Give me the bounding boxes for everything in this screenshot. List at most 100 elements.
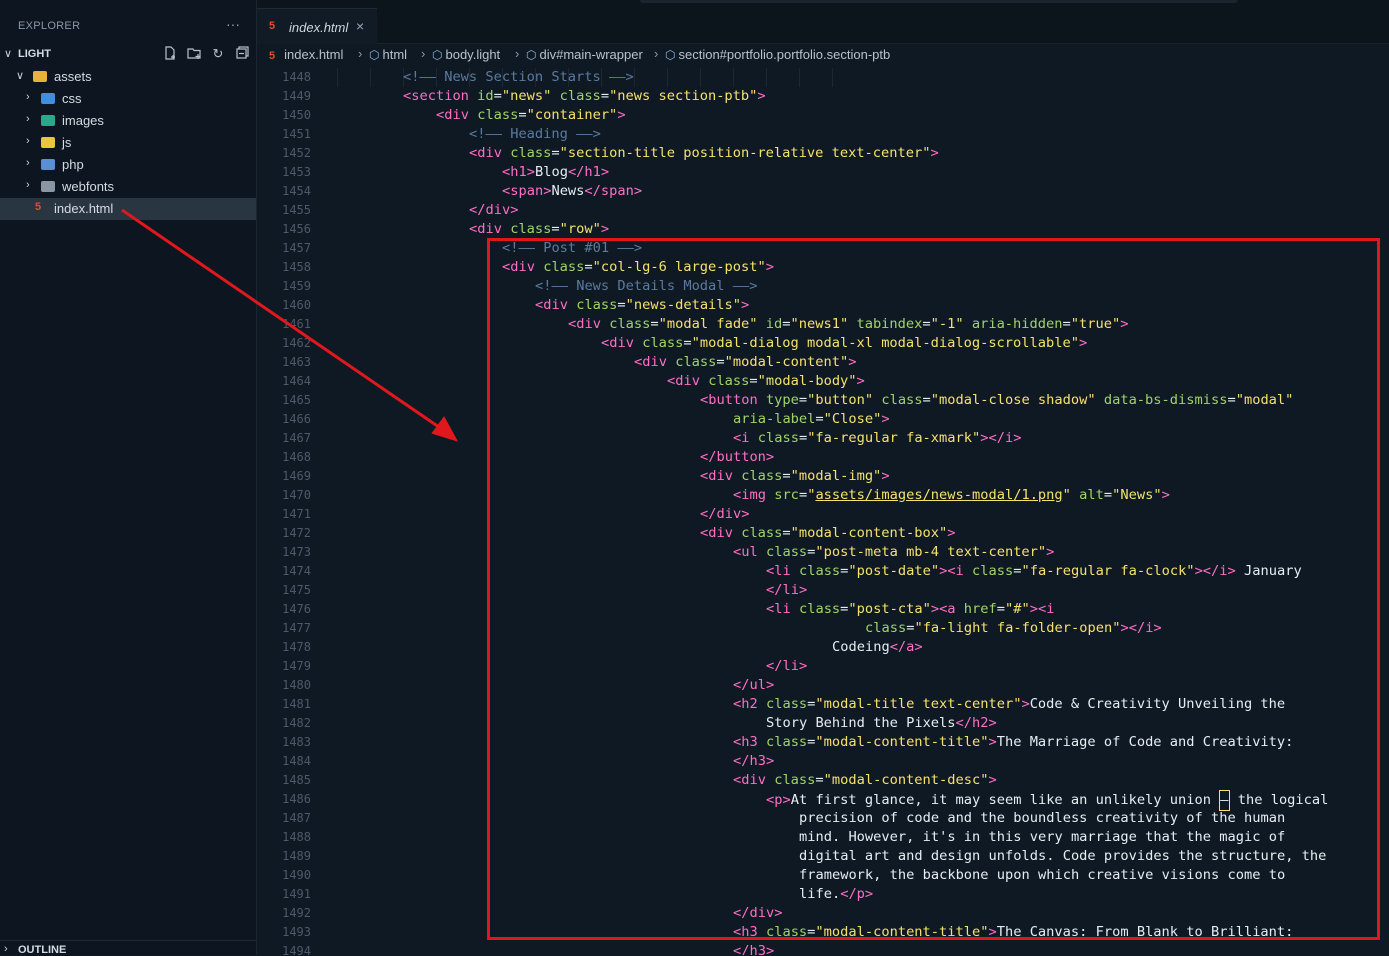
breadcrumb: 5 index.html › ⬡ html › ⬡ body.light › ⬡ div… — [257, 44, 1389, 68]
code-token: > — [600, 221, 610, 237]
line-number: 1487 — [282, 811, 311, 825]
line-number: 1461 — [282, 317, 311, 331]
code-line[interactable]: <div class="container"> — [337, 106, 1389, 125]
line-number: 1463 — [282, 355, 311, 369]
breadcrumb-label: section#portfolio.portfolio.section-ptb — [678, 47, 891, 62]
section-header-light[interactable]: ∨ LIGHT ↻ — [0, 45, 256, 65]
chevron-right-icon: › — [26, 135, 30, 147]
line-number: 1462 — [282, 336, 311, 350]
code-token: = — [600, 88, 610, 104]
breadcrumb-label: html — [382, 47, 408, 62]
chevron-right-icon: › — [26, 91, 30, 103]
breadcrumb-item[interactable]: ⬡ div#main-wrapper — [526, 47, 643, 62]
new-file-icon[interactable] — [162, 46, 178, 62]
chevron-right-icon: › — [26, 179, 30, 191]
line-number-gutter: 1448 1449 1450 1451 1452 1453 1454 1455 1456 1457… — [257, 68, 317, 955]
code-token: = — [551, 221, 560, 237]
code-token: <section — [403, 88, 478, 104]
line-number: 1486 — [282, 792, 311, 806]
code-line[interactable]: </div> — [337, 201, 1389, 220]
line-number: 1492 — [282, 906, 311, 920]
code-line[interactable]: </h3> — [337, 942, 1389, 955]
more-actions-icon[interactable]: ··· — [226, 16, 240, 32]
line-number: 1470 — [282, 488, 311, 502]
line-number: 1466 — [282, 412, 311, 426]
code-token: </div> — [469, 202, 519, 218]
line-number: 1460 — [282, 298, 311, 312]
code-token: <div — [436, 107, 478, 123]
breadcrumb-item[interactable]: 5 index.html — [269, 47, 343, 62]
line-number: 1485 — [282, 773, 311, 787]
code-line[interactable]: <!—— Heading ——> — [337, 125, 1389, 144]
tree-folder-assets[interactable]: ∨ assets — [0, 66, 256, 88]
tree-label: images — [62, 113, 104, 128]
code-token: class — [477, 107, 519, 123]
line-number: 1483 — [282, 735, 311, 749]
line-number: 1488 — [282, 830, 311, 844]
section-header-outline[interactable]: › OUTLINE — [0, 940, 256, 956]
code-token: = — [493, 88, 502, 104]
tab-bar: 5 index.html × — [257, 0, 1389, 44]
line-number: 1482 — [282, 716, 311, 730]
code-line[interactable]: <div class="section-title position-relat… — [337, 144, 1389, 163]
css-folder-icon — [41, 93, 55, 104]
new-folder-icon[interactable] — [186, 46, 202, 62]
breadcrumb-item[interactable]: ⬡ section#portfolio.portfolio.section-ptb — [665, 47, 890, 62]
breadcrumb-label: index.html — [284, 47, 344, 62]
line-number: 1468 — [282, 450, 311, 464]
open-folder-icon — [33, 71, 47, 82]
breadcrumb-item[interactable]: ⬡ body.light — [432, 47, 500, 62]
code-line[interactable]: <span>News</span> — [337, 182, 1389, 201]
collapse-all-icon[interactable] — [234, 46, 250, 62]
tree-label: assets — [54, 69, 92, 84]
breadcrumb-label: body.light — [445, 47, 501, 62]
chevron-right-icon: › — [654, 46, 659, 61]
highlight-box — [487, 238, 1380, 940]
code-line[interactable]: <div class="row"> — [337, 220, 1389, 239]
line-number: 1451 — [282, 127, 311, 141]
line-number: 1453 — [282, 165, 311, 179]
code-line[interactable]: <h1>Blog</h1> — [337, 163, 1389, 182]
tree-folder-js[interactable]: › js — [0, 132, 256, 154]
code-token: News — [551, 183, 585, 199]
code-token: > — [617, 107, 626, 123]
chevron-right-icon: › — [358, 46, 363, 61]
element-icon: ⬡ — [665, 48, 676, 62]
line-number: 1454 — [282, 184, 311, 198]
command-center[interactable] — [640, 0, 1238, 3]
tree-label: js — [62, 135, 72, 150]
chevron-right-icon: › — [515, 46, 520, 61]
line-number: 1480 — [282, 678, 311, 692]
line-number: 1475 — [282, 583, 311, 597]
line-number: 1458 — [282, 260, 311, 274]
code-token: class — [510, 221, 552, 237]
tree-folder-images[interactable]: › images — [0, 110, 256, 132]
explorer-sidebar: EXPLORER ··· ∨ LIGHT ↻ ∨ assets › css › … — [0, 0, 257, 956]
refresh-icon[interactable]: ↻ — [210, 46, 226, 62]
code-token: Blog — [534, 164, 568, 180]
code-token: <!—— News Section Starts ——> — [403, 69, 634, 85]
tab-index-html[interactable]: 5 index.html × — [257, 8, 377, 44]
chevron-right-icon: › — [421, 46, 426, 61]
html5-icon: 5 — [269, 20, 276, 32]
code-token: = — [518, 107, 527, 123]
code-line[interactable]: <!—— News Section Starts ——> — [337, 68, 1389, 87]
php-folder-icon — [41, 159, 55, 170]
line-number: 1467 — [282, 431, 311, 445]
tree-folder-webfonts[interactable]: › webfonts — [0, 176, 256, 198]
code-line[interactable]: <section id="news" class="news section-p… — [337, 87, 1389, 106]
tree-file-index-html[interactable]: 5 index.html — [0, 198, 256, 220]
line-number: 1476 — [282, 602, 311, 616]
line-number: 1455 — [282, 203, 311, 217]
tree-folder-css[interactable]: › css — [0, 88, 256, 110]
images-folder-icon — [41, 115, 55, 126]
tree-folder-php[interactable]: › php — [0, 154, 256, 176]
code-token: "row" — [559, 221, 601, 237]
close-icon[interactable]: × — [356, 18, 364, 34]
line-number: 1481 — [282, 697, 311, 711]
tree-label: css — [62, 91, 82, 106]
code-token: "news section-ptb" — [609, 88, 758, 104]
code-token: class — [510, 145, 552, 161]
breadcrumb-item[interactable]: ⬡ html — [369, 47, 407, 62]
line-number: 1456 — [282, 222, 311, 236]
